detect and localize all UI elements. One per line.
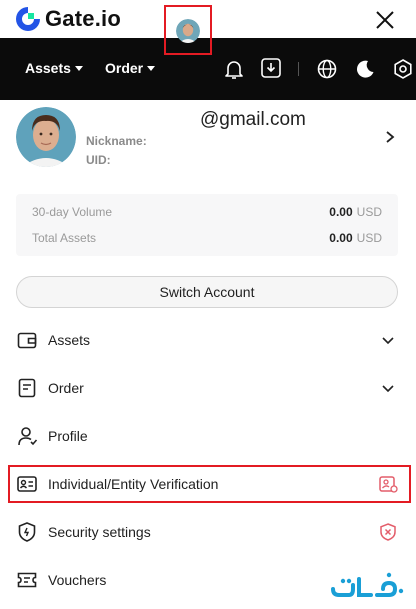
avatar-icon bbox=[176, 19, 200, 43]
menu-item-verification[interactable]: Individual/Entity Verification bbox=[16, 464, 400, 504]
moon-icon[interactable] bbox=[354, 58, 376, 80]
chevron-down-icon bbox=[382, 385, 394, 393]
account-email: @gmail.com bbox=[200, 109, 306, 130]
menu-label-vouchers: Vouchers bbox=[48, 572, 107, 588]
volume-unit: USD bbox=[356, 205, 382, 219]
menu-label-order: Order bbox=[48, 380, 84, 396]
chevron-right-icon[interactable] bbox=[384, 130, 396, 144]
nav-order-menu[interactable]: Order bbox=[105, 60, 156, 76]
download-icon[interactable] bbox=[260, 57, 282, 79]
menu-item-order[interactable]: Order bbox=[16, 368, 400, 408]
profile-avatar[interactable] bbox=[16, 107, 76, 167]
close-icon[interactable] bbox=[374, 9, 396, 31]
menu-item-assets[interactable]: Assets bbox=[16, 320, 400, 360]
menu-label-assets: Assets bbox=[48, 332, 91, 348]
menu-label-security: Security settings bbox=[48, 524, 151, 540]
settings-icon[interactable] bbox=[392, 58, 414, 80]
verification-status-icon bbox=[379, 476, 398, 493]
uid-label: UID: bbox=[86, 153, 111, 167]
nav-avatar[interactable] bbox=[176, 19, 200, 43]
brand-name: Gate.io bbox=[45, 6, 121, 31]
id-card-icon bbox=[17, 476, 37, 492]
menu-item-security[interactable]: Security settings bbox=[16, 512, 400, 552]
wallet-icon bbox=[17, 332, 37, 349]
nickname-label: Nickname: bbox=[86, 134, 147, 148]
shield-alert-icon bbox=[380, 523, 396, 541]
watermark-logo bbox=[331, 572, 404, 597]
total-assets-label: Total Assets bbox=[32, 231, 97, 245]
nav-assets-menu[interactable]: Assets bbox=[25, 60, 83, 76]
total-assets-amount: 0.00 bbox=[329, 231, 353, 245]
gate-logo-icon bbox=[16, 7, 40, 31]
volume-amount: 0.00 bbox=[329, 205, 353, 219]
nav-assets-label: Assets bbox=[25, 60, 71, 76]
user-icon bbox=[18, 427, 38, 446]
voucher-icon bbox=[17, 572, 37, 588]
bell-icon[interactable] bbox=[223, 58, 245, 80]
volume-value: 0.00 USD bbox=[329, 205, 382, 219]
shield-icon bbox=[18, 522, 36, 542]
avatar-icon bbox=[16, 107, 76, 167]
chevron-down-icon bbox=[382, 337, 394, 345]
globe-icon[interactable] bbox=[316, 58, 338, 80]
nav-order-label: Order bbox=[105, 60, 144, 76]
caret-down-icon bbox=[147, 65, 156, 71]
order-icon bbox=[18, 378, 36, 398]
menu-label-profile: Profile bbox=[48, 428, 88, 444]
nav-divider bbox=[298, 62, 299, 76]
caret-down-icon bbox=[74, 65, 83, 71]
account-stats-card: 30-day Volume 0.00 USD Total Assets 0.00 U… bbox=[16, 194, 398, 256]
switch-account-button[interactable]: Switch Account bbox=[16, 276, 398, 308]
total-assets-unit: USD bbox=[356, 231, 382, 245]
menu-item-profile[interactable]: Profile bbox=[16, 416, 400, 456]
total-assets-value: 0.00 USD bbox=[329, 231, 382, 245]
volume-label: 30-day Volume bbox=[32, 205, 113, 219]
menu-label-verification: Individual/Entity Verification bbox=[48, 476, 219, 492]
gate-logo[interactable]: Gate.io bbox=[14, 5, 121, 33]
